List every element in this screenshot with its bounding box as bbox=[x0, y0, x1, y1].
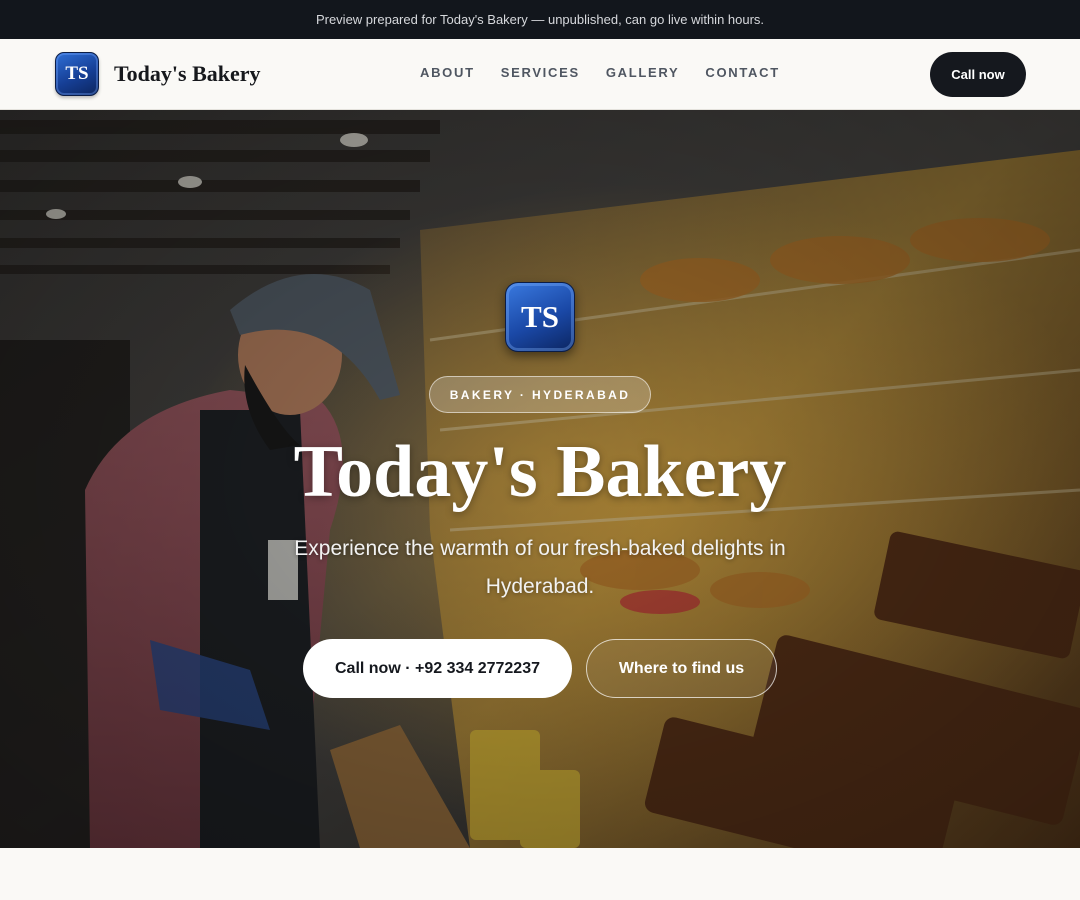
hero-section: TS BAKERY · HYDERABAD Today's Bakery Exp… bbox=[0, 110, 1080, 848]
nav-link-about[interactable]: ABOUT bbox=[420, 65, 475, 80]
main-nav: ABOUT SERVICES GALLERY CONTACT bbox=[420, 65, 780, 80]
brand-name[interactable]: Today's Bakery bbox=[114, 61, 261, 87]
hero-logo-icon: TS bbox=[505, 282, 575, 352]
where-to-find-us-button[interactable]: Where to find us bbox=[586, 639, 777, 698]
announcement-text: Preview prepared for Today's Bakery — un… bbox=[315, 12, 765, 27]
logo-icon[interactable]: TS bbox=[55, 52, 99, 96]
nav-link-contact[interactable]: CONTACT bbox=[705, 65, 779, 80]
hero-subtitle: Experience the warmth of our fresh-baked… bbox=[294, 537, 786, 598]
site-header: TS Today's Bakery ABOUT SERVICES GALLERY… bbox=[0, 39, 1080, 110]
hero-content: TS BAKERY · HYDERABAD Today's Bakery Exp… bbox=[0, 110, 1080, 848]
brand[interactable]: TS Today's Bakery bbox=[55, 52, 261, 96]
call-now-phone-button[interactable]: Call now · +92 334 2772237 bbox=[303, 639, 572, 698]
next-section bbox=[0, 848, 1080, 900]
hero-title: Today's Bakery bbox=[293, 431, 787, 513]
call-now-button[interactable]: Call now bbox=[930, 52, 1026, 97]
nav-link-gallery[interactable]: GALLERY bbox=[606, 65, 680, 80]
announcement-bar: Preview prepared for Today's Bakery — un… bbox=[0, 0, 1080, 39]
nav-link-services[interactable]: SERVICES bbox=[501, 65, 580, 80]
location-tag: BAKERY · HYDERABAD bbox=[429, 376, 651, 413]
